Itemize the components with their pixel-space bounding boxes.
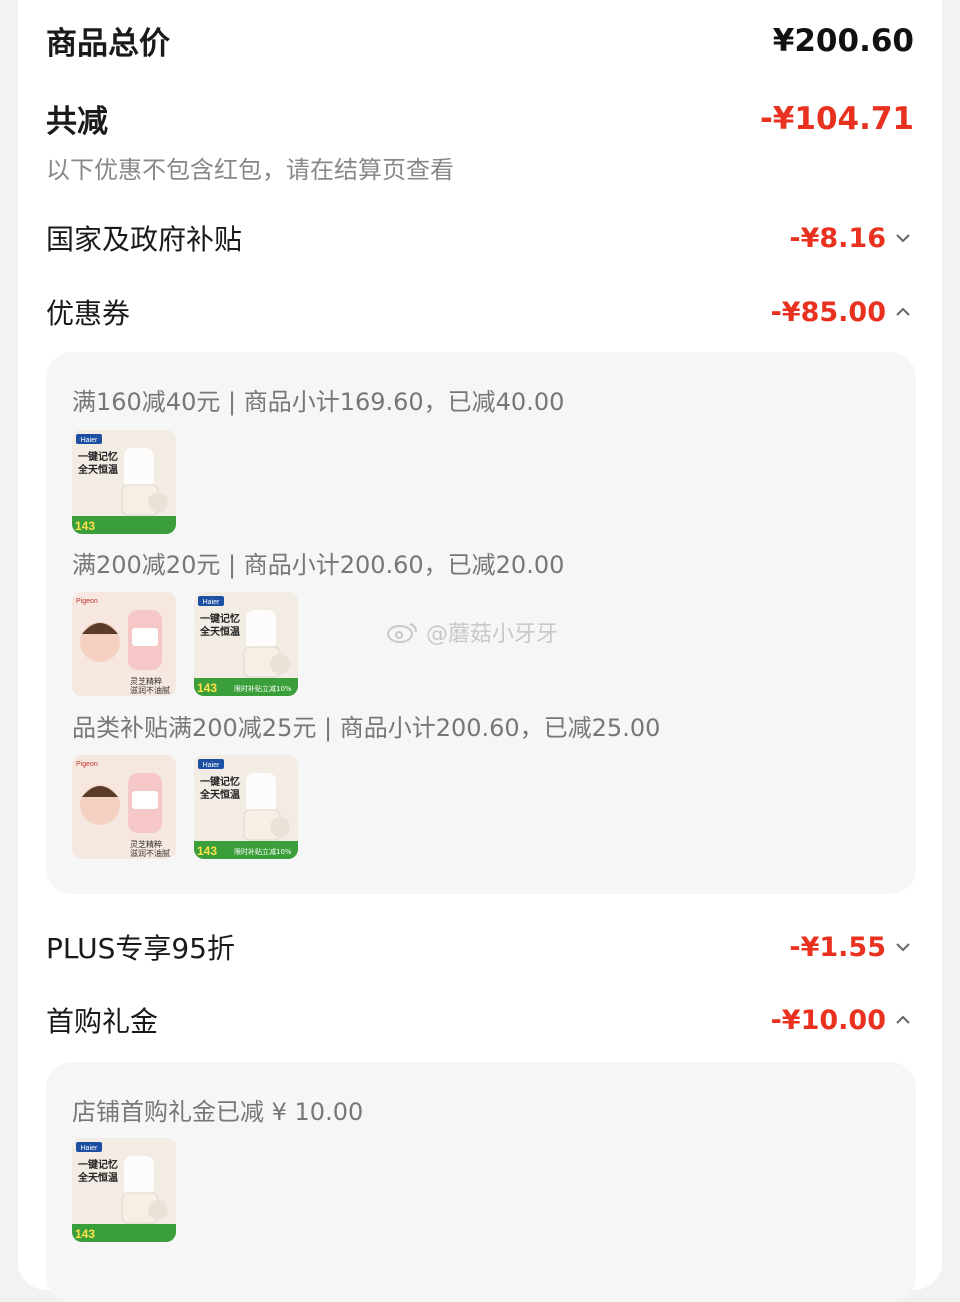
watermark-text: @蘑菇小牙牙	[426, 622, 559, 647]
svg-text:Pigeon: Pigeon	[76, 598, 98, 605]
first-purchase-label: 首购礼金	[46, 1005, 159, 1038]
svg-text:143: 143	[197, 844, 217, 858]
discount-note: 以下优惠不包含红包，请在结算页查看	[46, 156, 454, 184]
svg-text:全天恒温: 全天恒温	[199, 625, 240, 638]
svg-text:全天恒温: 全天恒温	[199, 788, 240, 801]
coupon-group-products: Pigeon 灵芝精粹 滋润不油腻 Haier 一键记忆 全天恒温 143 限时…	[72, 755, 298, 859]
svg-text:限时补贴立减10%: 限时补贴立减10%	[234, 684, 292, 693]
first-purchase-products: Haier 一键记忆 全天恒温 143	[72, 1138, 176, 1242]
svg-text:滋润不油腻: 滋润不油腻	[130, 685, 170, 695]
coupon-value: -¥85.00	[770, 296, 886, 328]
chevron-down-icon[interactable]	[892, 227, 914, 249]
total-discount-row: 共减 -¥104.71	[46, 96, 914, 141]
chevron-up-icon[interactable]	[892, 1009, 914, 1031]
coupon-group-products: Haier 一键记忆 全天恒温 143	[72, 430, 176, 534]
gov-subsidy-label: 国家及政府补贴	[46, 223, 243, 256]
first-purchase-group-title: 店铺首购礼金已减 ¥ 10.00	[72, 1098, 364, 1126]
svg-text:滋润不油腻: 滋润不油腻	[130, 848, 170, 858]
coupon-group-title: 品类补贴满200减25元 | 商品小计200.60，已减25.00	[72, 714, 661, 742]
svg-text:一键记忆: 一键记忆	[78, 1158, 118, 1171]
product-thumbnail-kettle[interactable]: Haier 一键记忆 全天恒温 143 限时补贴立减10%	[194, 755, 298, 859]
svg-text:143: 143	[75, 1227, 95, 1241]
first-purchase-panel: 店铺首购礼金已减 ¥ 10.00 Haier 一键记忆 全天恒温 143	[46, 1062, 916, 1302]
product-thumbnail-kettle[interactable]: Haier 一键记忆 全天恒温 143	[72, 1138, 176, 1242]
svg-text:Haier: Haier	[81, 1145, 98, 1152]
gov-subsidy-value: -¥8.16	[789, 222, 886, 254]
svg-text:Pigeon: Pigeon	[76, 761, 98, 768]
plus-discount-value: -¥1.55	[789, 931, 886, 963]
svg-text:143: 143	[197, 681, 217, 695]
gov-subsidy-row[interactable]: 国家及政府补贴 -¥8.16	[46, 218, 914, 258]
svg-text:一键记忆: 一键记忆	[200, 775, 240, 788]
watermark: @蘑菇小牙牙	[386, 616, 558, 648]
svg-text:一键记忆: 一键记忆	[78, 450, 118, 463]
plus-discount-label: PLUS专享95折	[46, 932, 235, 965]
weibo-icon	[387, 623, 417, 643]
svg-text:Haier: Haier	[81, 437, 98, 444]
coupon-group-products: Pigeon 灵芝精粹 滋润不油腻 Haier 一键记忆 全天恒温 143 限时…	[72, 592, 298, 696]
coupon-group-title: 满200减20元 | 商品小计200.60，已减20.00	[72, 551, 565, 579]
coupon-label: 优惠券	[46, 297, 131, 330]
product-thumbnail-kettle[interactable]: Haier 一键记忆 全天恒温 143 限时补贴立减10%	[194, 592, 298, 696]
chevron-down-icon[interactable]	[892, 936, 914, 958]
total-discount-label: 共减	[46, 104, 108, 140]
first-purchase-row[interactable]: 首购礼金 -¥10.00	[46, 1000, 914, 1040]
product-thumbnail-baby-lotion[interactable]: Pigeon 灵芝精粹 滋润不油腻	[72, 755, 176, 859]
svg-text:灵芝精粹: 灵芝精粹	[130, 676, 162, 686]
svg-text:限时补贴立减10%: 限时补贴立减10%	[234, 847, 292, 856]
product-thumbnail-kettle[interactable]: Haier 一键记忆 全天恒温 143	[72, 430, 176, 534]
plus-discount-row[interactable]: PLUS专享95折 -¥1.55	[46, 927, 914, 967]
svg-text:灵芝精粹: 灵芝精粹	[130, 839, 162, 849]
svg-text:全天恒温: 全天恒温	[77, 463, 118, 476]
first-purchase-value: -¥10.00	[770, 1004, 886, 1036]
product-thumbnail-baby-lotion[interactable]: Pigeon 灵芝精粹 滋润不油腻	[72, 592, 176, 696]
svg-text:143: 143	[75, 519, 95, 533]
svg-text:全天恒温: 全天恒温	[77, 1171, 118, 1184]
coupon-row[interactable]: 优惠券 -¥85.00	[46, 292, 914, 332]
svg-text:Haier: Haier	[203, 762, 220, 769]
total-price-value: ¥200.60	[772, 22, 914, 59]
svg-text:Haier: Haier	[203, 599, 220, 606]
total-discount-value: -¥104.71	[759, 100, 914, 137]
total-price-label: 商品总价	[46, 26, 170, 62]
svg-text:一键记忆: 一键记忆	[200, 612, 240, 625]
total-price-row: 商品总价 ¥200.60	[46, 18, 914, 63]
coupon-group-title: 满160减40元 | 商品小计169.60，已减40.00	[72, 388, 565, 416]
chevron-up-icon[interactable]	[892, 301, 914, 323]
